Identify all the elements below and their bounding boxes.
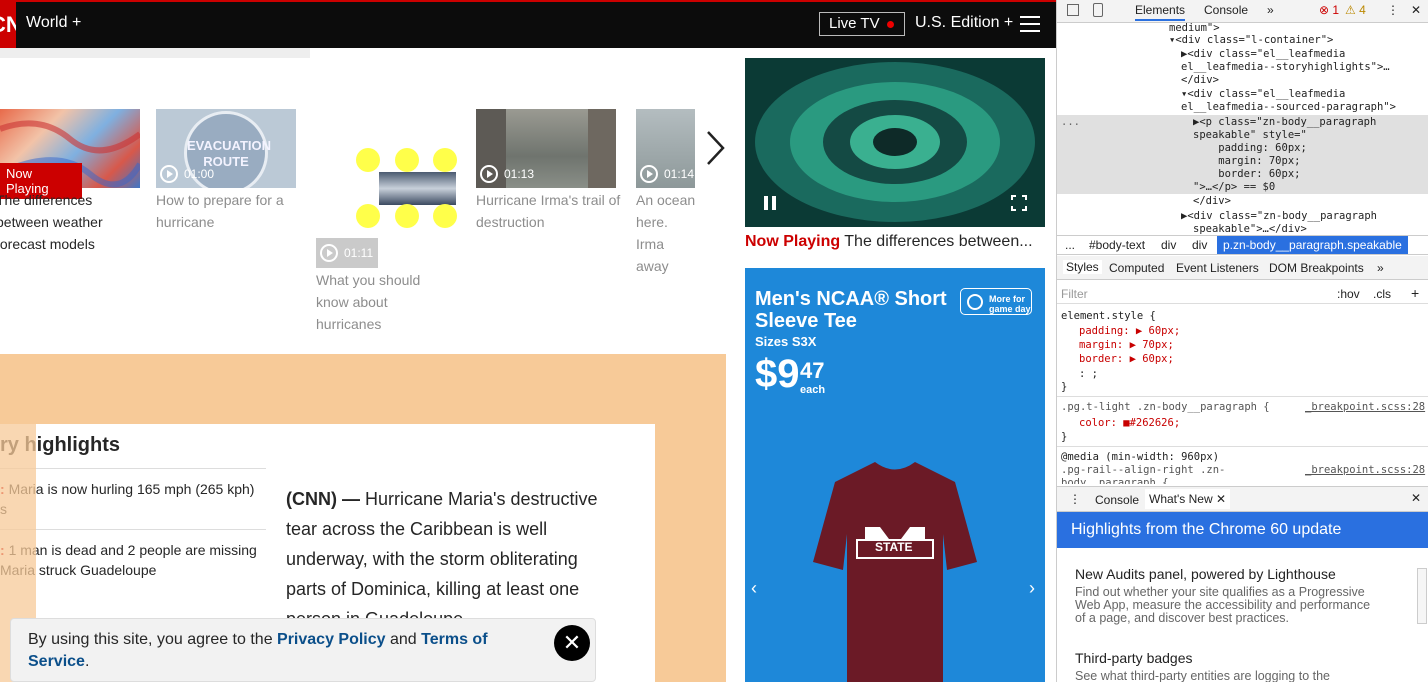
duration-badge: 01:14	[640, 165, 694, 183]
play-icon	[640, 165, 658, 183]
style-prop[interactable]: padding: ▶ 60px;	[1079, 324, 1180, 338]
device-toolbar-icon[interactable]	[1093, 3, 1103, 17]
edition-selector[interactable]: U.S. Edition +	[915, 14, 1013, 32]
video-player[interactable]	[745, 58, 1045, 227]
drag-handle[interactable]	[395, 148, 419, 172]
breadcrumb-item[interactable]: div	[1192, 238, 1207, 252]
pause-icon[interactable]	[764, 196, 768, 210]
video-thumb-ocean[interactable]: 01:14	[636, 109, 695, 188]
duration-badge: 01:00	[160, 165, 214, 183]
more-tabs-icon[interactable]: »	[1377, 261, 1384, 275]
drag-handle[interactable]	[433, 148, 457, 172]
breadcrumb-item[interactable]: #body-text	[1089, 238, 1145, 252]
privacy-policy-link[interactable]: Privacy Policy	[277, 631, 386, 648]
carousel-caption[interactable]: An ocean here. Irma away	[636, 189, 696, 277]
drawer-tabbar: ⋮ Console What's New ✕ ✕	[1057, 486, 1428, 512]
live-tv-label: Live TV	[829, 15, 880, 32]
carousel-caption[interactable]: What you should know about hurricanes	[316, 269, 436, 335]
tab-computed[interactable]: Computed	[1109, 261, 1164, 275]
close-devtools-icon[interactable]: ✕	[1411, 3, 1421, 17]
tshirt-logo-text: STATE	[875, 540, 913, 554]
close-drawer-icon[interactable]: ✕	[1411, 491, 1421, 505]
carousel-caption[interactable]: Hurricane Irma's trail of destruction	[476, 189, 621, 233]
cnn-logo[interactable]: CNN	[0, 2, 16, 48]
devtools-panel: Elements Console » ⊗ 1 ⚠ 4 ⋮ ✕ medium"> …	[1056, 0, 1428, 682]
tab-event-listeners[interactable]: Event Listeners	[1176, 261, 1259, 275]
styles-filter[interactable]: Filter :hov .cls +	[1057, 282, 1428, 304]
highlight-item: : 1 man is dead and 2 people are missing…	[0, 542, 257, 578]
divider	[0, 529, 266, 530]
cookie-text: By using this site, you agree to the Pri…	[28, 631, 488, 670]
now-playing-title[interactable]: Now Playing The differences between...	[745, 233, 1050, 251]
source-link[interactable]: _breakpoint.scss:28	[1305, 463, 1425, 477]
video-thumb-prepare[interactable]: EVACUATION ROUTE 01:00	[156, 109, 296, 188]
drawer-menu-icon[interactable]: ⋮	[1069, 492, 1081, 506]
ad-next-icon[interactable]: ›	[1029, 578, 1035, 599]
duration-badge: 01:11	[316, 238, 378, 268]
play-icon	[480, 165, 498, 183]
divider	[0, 468, 266, 469]
drag-handle[interactable]	[356, 148, 380, 172]
header-shadow	[0, 48, 310, 58]
tab-styles[interactable]: Styles	[1063, 260, 1102, 274]
nav-world[interactable]: World +	[26, 14, 81, 32]
duration-badge: 01:13	[480, 165, 534, 183]
article-paragraph: (CNN) — Hurricane Maria's destructive te…	[286, 489, 598, 629]
carousel-caption[interactable]: How to prepare for a hurricane	[156, 189, 301, 233]
fullscreen-icon[interactable]	[1011, 195, 1027, 211]
styles-tabbar: Styles Computed Event Listeners DOM Brea…	[1057, 256, 1428, 280]
style-prop-editing[interactable]: : ;	[1079, 367, 1098, 381]
source-link[interactable]: _breakpoint.scss:28	[1305, 400, 1425, 414]
drag-handle[interactable]	[395, 204, 419, 228]
whats-new-title[interactable]: Third-party badges	[1075, 650, 1193, 666]
live-dot-icon	[887, 21, 894, 28]
error-count[interactable]: ⊗ 1	[1319, 3, 1339, 17]
style-prop[interactable]: margin: ▶ 70px;	[1079, 338, 1174, 352]
video-thumb-irma-trail[interactable]: 01:13	[476, 109, 616, 188]
tab-console[interactable]: Console	[1204, 3, 1248, 17]
style-prop[interactable]: border: ▶ 60px;	[1079, 352, 1174, 366]
video-frame-image	[745, 58, 1045, 227]
whats-new-banner: Highlights from the Chrome 60 update	[1057, 512, 1428, 548]
whats-new-desc: See what third-party entities are loggin…	[1075, 669, 1331, 682]
play-icon	[320, 244, 338, 262]
screen: CNN World + Live TV U.S. Edition + Now P…	[0, 0, 1428, 682]
site-header: CNN World + Live TV U.S. Edition +	[0, 0, 1056, 48]
dom-breadcrumb: ... #body-text div div p.zn-body__paragr…	[1057, 235, 1428, 255]
inspect-icon[interactable]	[1067, 4, 1079, 16]
tab-elements[interactable]: Elements	[1135, 3, 1186, 21]
scrollbar[interactable]	[1417, 568, 1427, 624]
carousel-next-icon[interactable]	[703, 128, 727, 168]
cookie-banner: By using this site, you agree to the Pri…	[10, 618, 596, 682]
carousel-caption[interactable]: The differences between weather forecast…	[0, 189, 116, 255]
drag-handle[interactable]	[433, 204, 457, 228]
kebab-menu-icon[interactable]: ⋮	[1387, 3, 1399, 17]
tab-dom-breakpoints[interactable]: DOM Breakpoints	[1269, 261, 1364, 275]
drag-handle[interactable]	[356, 204, 380, 228]
close-icon: ✕	[562, 630, 582, 655]
play-icon	[160, 165, 178, 183]
whats-new-desc: Find out whether your site qualifies as …	[1075, 585, 1371, 625]
hov-toggle[interactable]: :hov	[1337, 287, 1360, 301]
add-rule-icon[interactable]: +	[1411, 285, 1419, 301]
tshirt-image	[813, 462, 977, 682]
close-cookie-button[interactable]: ✕	[554, 625, 590, 661]
devtools-tabbar: Elements Console » ⊗ 1 ⚠ 4 ⋮ ✕	[1057, 0, 1428, 23]
browser-viewport: CNN World + Live TV U.S. Edition + Now P…	[0, 0, 1056, 682]
more-tabs-icon[interactable]: »	[1267, 3, 1274, 17]
breadcrumb-item[interactable]: div	[1161, 238, 1176, 252]
menu-icon[interactable]	[1020, 16, 1040, 32]
warning-count[interactable]: ⚠ 4	[1345, 3, 1366, 17]
breadcrumb-selected[interactable]: p.zn-body__paragraph.speakable	[1217, 236, 1408, 254]
drawer-tab-whats-new[interactable]: What's New ✕	[1145, 489, 1231, 509]
live-tv-button[interactable]: Live TV	[819, 12, 905, 36]
ad-prev-icon[interactable]: ‹	[751, 578, 757, 599]
drawer-tab-console[interactable]: Console	[1095, 493, 1139, 507]
highlight-item: : Maria is now hurling 165 mph (265 kph)…	[0, 481, 255, 517]
cls-toggle[interactable]: .cls	[1373, 287, 1391, 301]
whats-new-title[interactable]: New Audits panel, powered by Lighthouse	[1075, 566, 1336, 582]
advertisement[interactable]: Men's NCAA® Short Sleeve Tee Sizes S3X $…	[745, 268, 1045, 682]
